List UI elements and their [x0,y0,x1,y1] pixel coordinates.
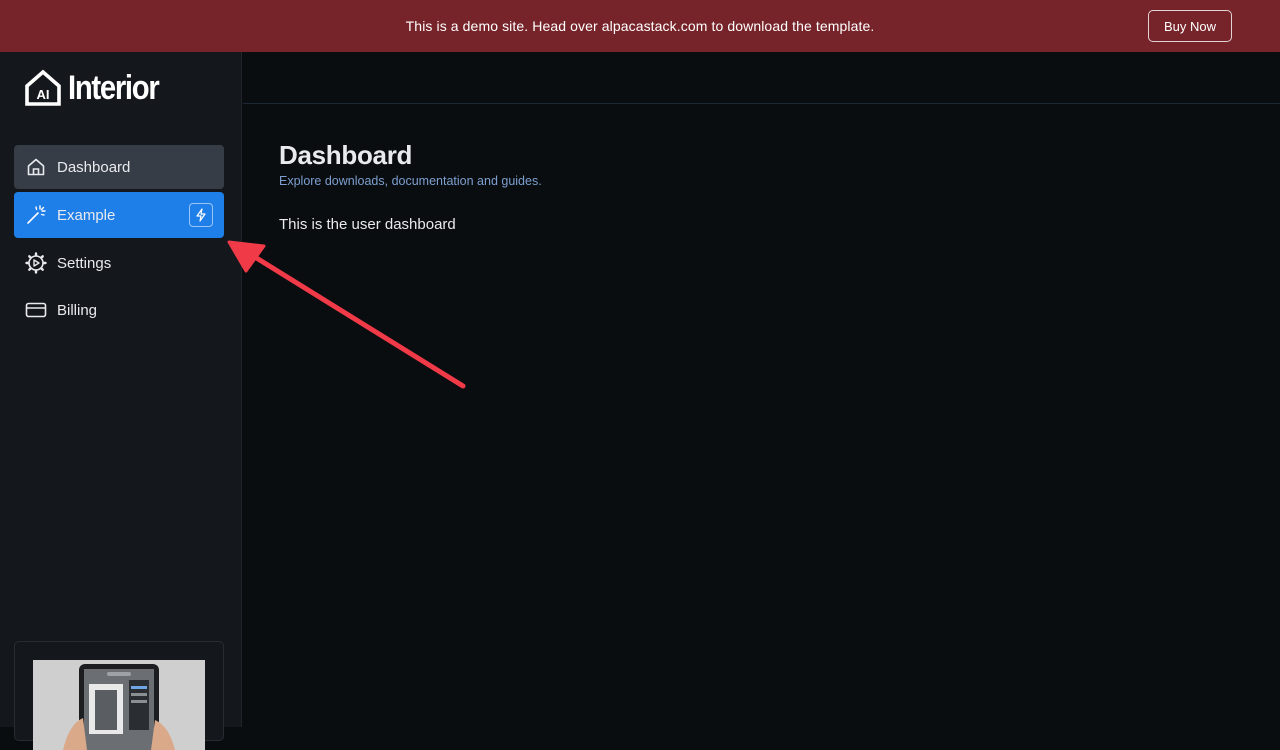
sidebar: AI Interior Dashboard Example Settings B… [0,52,242,750]
sidebar-item-label: Example [57,206,116,224]
buy-now-button[interactable]: Buy Now [1148,10,1232,42]
tablet-preview-image [33,660,205,750]
dashboard-text: This is the user dashboard [279,216,456,233]
demo-banner: This is a demo site. Head over alpacasta… [0,0,1280,52]
gear-icon [25,252,47,274]
logo-text: Interior [68,68,160,107]
sidebar-item-dashboard[interactable]: Dashboard [14,145,224,189]
sidebar-item-example[interactable]: Example [14,192,224,238]
sidebar-nav: Dashboard Example Settings Billing [14,145,224,335]
bolt-icon [189,203,213,227]
credit-card-icon [25,299,47,321]
app-logo[interactable]: AI Interior [24,68,173,108]
home-icon [25,156,47,178]
sidebar-item-billing[interactable]: Billing [14,288,224,332]
main-topbar [243,52,1280,104]
sidebar-item-label: Billing [57,301,98,319]
promo-card[interactable] [14,641,224,750]
page-title: Dashboard [279,140,413,170]
sidebar-item-settings[interactable]: Settings [14,241,224,285]
sidebar-item-label: Dashboard [57,158,131,176]
magic-wand-icon [25,204,47,226]
logo-badge-text: AI [37,87,50,102]
sidebar-item-label: Settings [57,254,112,272]
house-logo-icon: AI [25,69,61,106]
page-subtitle: Explore downloads, documentation and gui… [279,174,542,188]
banner-text: This is a demo site. Head over alpacasta… [405,18,875,34]
